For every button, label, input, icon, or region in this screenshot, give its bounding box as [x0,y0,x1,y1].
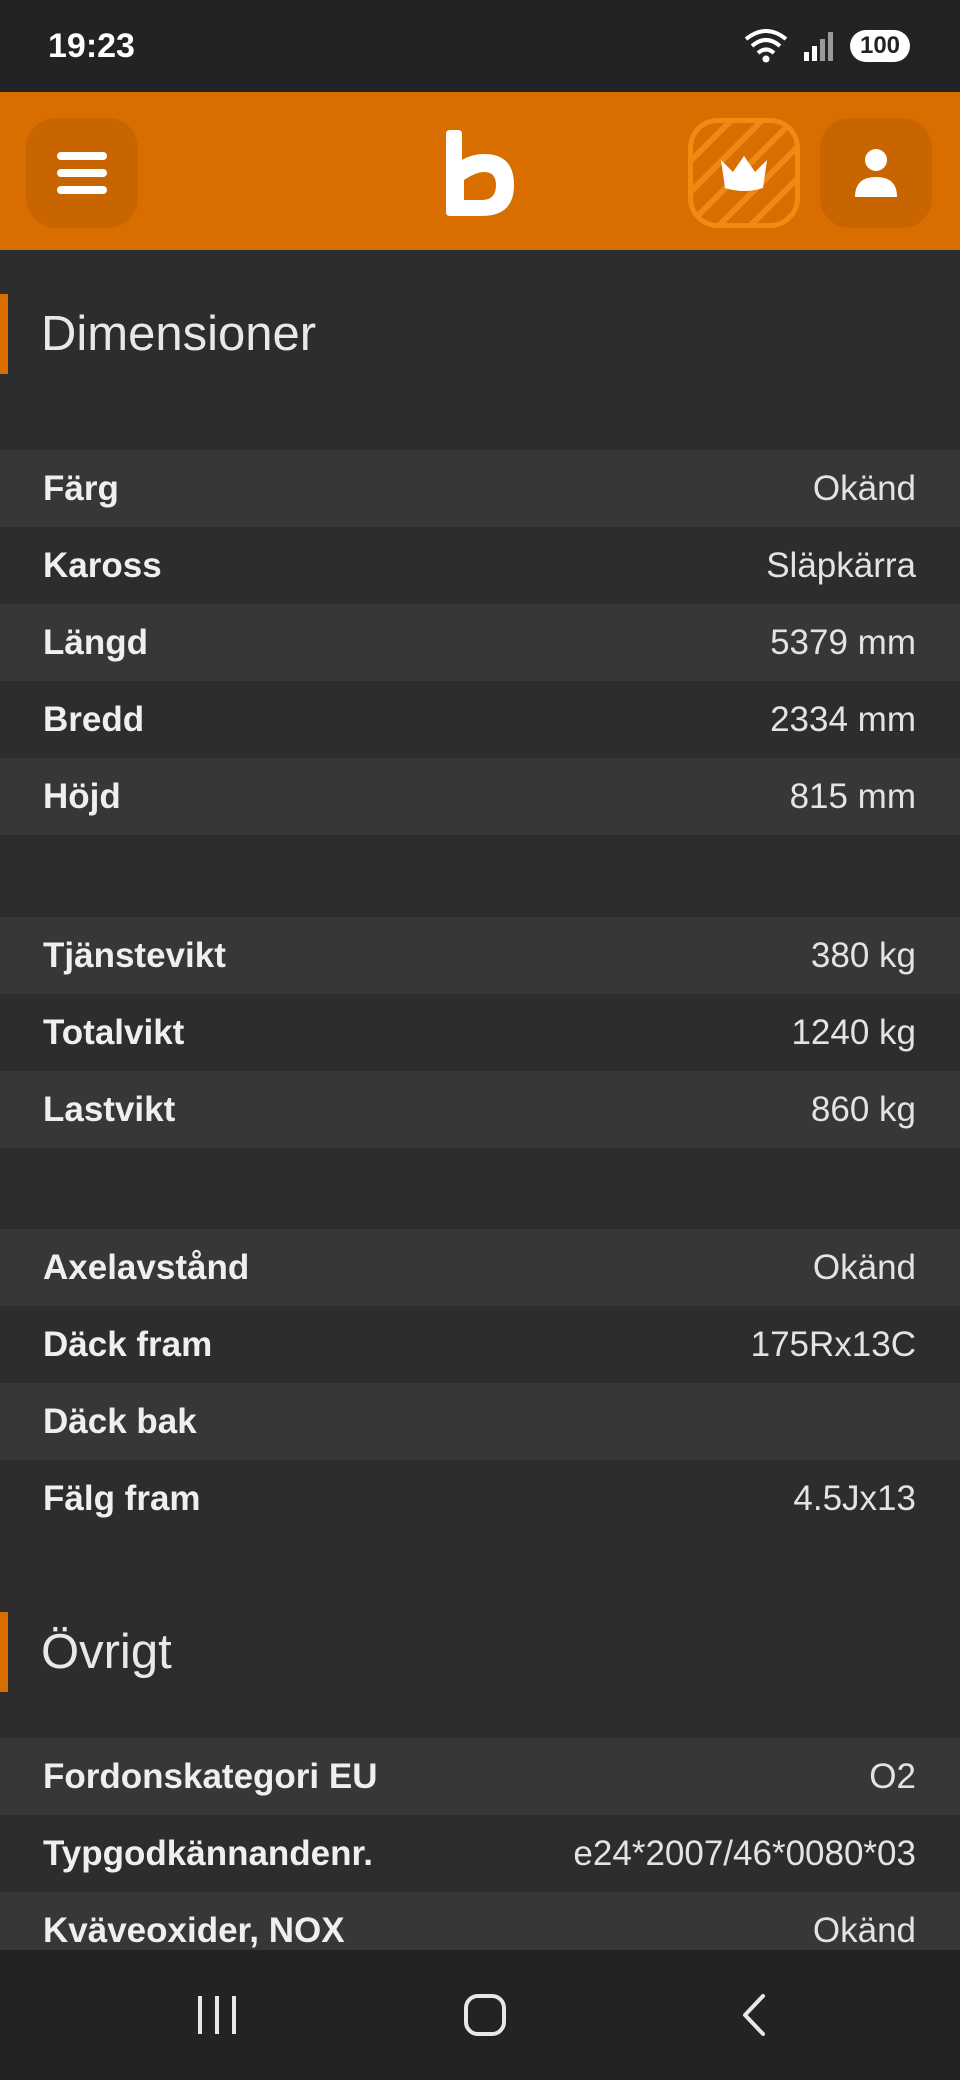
home-button[interactable] [445,1980,525,2050]
row-value: 380 kg [810,935,916,975]
section-title: Övrigt [41,1625,172,1679]
menu-button[interactable] [26,118,138,228]
menu-icon [57,152,107,194]
system-nav-bar [0,1950,960,2080]
status-time: 19:23 [48,26,135,65]
row-label: Kaross [43,545,162,585]
row-value: 815 mm [789,776,916,816]
recent-apps-button[interactable] [177,1980,257,2050]
row-label: Färg [43,468,119,508]
wifi-icon [744,29,788,63]
user-button[interactable] [820,118,932,228]
list-item: Fälg fram 4.5Jx13 [0,1460,960,1537]
row-value: Okänd [812,468,916,508]
list-item: Lastvikt 860 kg [0,1071,960,1148]
dimensions-group-size: Färg Okänd Kaross Släpkärra Längd 5379 mm B… [0,450,960,835]
recent-apps-icon [198,1996,236,2034]
section-header-dimensions: Dimensioner [0,294,960,374]
row-label: Däck fram [43,1324,213,1364]
row-value: 2334 mm [770,699,916,739]
row-label: Längd [43,622,148,662]
home-icon [464,1994,506,2036]
row-label: Däck bak [43,1401,197,1441]
list-item: Fordonskategori EU O2 [0,1738,960,1815]
status-bar: 19:23 100 [0,0,960,92]
list-item: Typgodkännandenr. e24*2007/46*0080*03 [0,1815,960,1892]
battery-indicator: 100 [850,30,910,62]
row-label: Totalvikt [43,1012,185,1052]
section-accent [0,1612,8,1692]
row-value: O2 [869,1756,916,1796]
row-value: Släpkärra [766,545,916,585]
back-icon [743,1994,765,2036]
row-label: Kväveoxider, NOX [43,1910,345,1950]
list-item: Däck fram 175Rx13C [0,1306,960,1383]
other-group: Fordonskategori EU O2 Typgodkännandenr. e2… [0,1738,960,1950]
list-item: Kaross Släpkärra [0,527,960,604]
list-item: Däck bak [0,1383,960,1460]
dimensions-group-wheels: Axelavstånd Okänd Däck fram 175Rx13C Däck … [0,1229,960,1537]
row-label: Lastvikt [43,1089,176,1129]
brand-logo[interactable] [444,130,516,216]
row-label: Typgodkännandenr. [43,1833,373,1873]
row-value: 1240 kg [791,1012,916,1052]
row-value: 5379 mm [770,622,916,662]
section-accent [0,294,8,374]
row-value: 4.5Jx13 [793,1478,916,1518]
app-header [0,92,960,250]
list-item: Tjänstevikt 380 kg [0,917,960,994]
list-item: Kväveoxider, NOX Okänd [0,1892,960,1950]
crown-icon [721,156,767,191]
section-title: Dimensioner [41,307,317,361]
list-item: Axelavstånd Okänd [0,1229,960,1306]
section-header-other: Övrigt [0,1612,960,1692]
signal-icon [804,32,833,61]
row-value: Okänd [812,1910,916,1950]
list-item: Längd 5379 mm [0,604,960,681]
user-icon [855,149,897,197]
list-item: Färg Okänd [0,450,960,527]
row-label: Fälg fram [43,1478,201,1518]
row-label: Axelavstånd [43,1247,250,1287]
status-icons: 100 [744,29,910,63]
row-label: Fordonskategori EU [43,1756,378,1796]
premium-button[interactable] [688,118,800,228]
row-value: Okänd [812,1247,916,1287]
row-label: Höjd [43,776,121,816]
content-area[interactable]: Dimensioner Färg Okänd Kaross Släpkärra Lä… [0,250,960,1950]
row-value: e24*2007/46*0080*03 [573,1833,916,1873]
list-item: Höjd 815 mm [0,758,960,835]
row-label: Tjänstevikt [43,935,226,975]
row-value: 175Rx13C [750,1324,916,1364]
row-value: 860 kg [810,1089,916,1129]
back-button[interactable] [715,1980,795,2050]
list-item: Totalvikt 1240 kg [0,994,960,1071]
row-label: Bredd [43,699,145,739]
dimensions-group-weight: Tjänstevikt 380 kg Totalvikt 1240 kg Lastv… [0,917,960,1148]
list-item: Bredd 2334 mm [0,681,960,758]
